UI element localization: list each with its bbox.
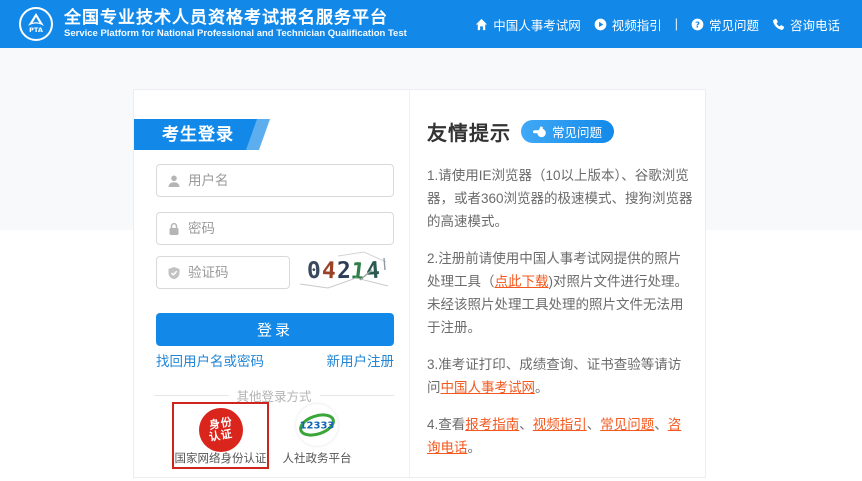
platform-logo-icon: PTA xyxy=(18,6,54,42)
main-card: 考生登录 0 4 2 1 4 xyxy=(133,89,706,478)
register-link[interactable]: 新用户注册 xyxy=(327,350,395,370)
login-panel-banner: 考生登录 xyxy=(134,119,284,150)
download-photo-tool-link[interactable]: 点此下载 xyxy=(495,274,549,289)
shield-check-icon xyxy=(167,266,181,280)
play-icon xyxy=(594,18,607,31)
tip-item-1: 1.请使用IE浏览器（10以上版本）、谷歌浏览器，或者360浏览器的极速模式、搜… xyxy=(427,164,694,233)
username-field[interactable] xyxy=(156,164,394,197)
faq-link[interactable]: 常见问题 xyxy=(600,417,654,432)
captcha-digits: 0 4 2 1 4 xyxy=(307,258,381,284)
username-input[interactable] xyxy=(188,173,393,188)
nav-cpta-label: 中国人事考试网 xyxy=(493,15,581,34)
identity-auth-label: 国家网络身份认证 xyxy=(175,450,267,466)
tip4-sep: 、 xyxy=(519,417,533,432)
tip-item-2: 2.注册前请使用中国人事考试网提供的照片处理工具（点此下载)对照片文件进行处理。… xyxy=(427,247,694,339)
home-icon xyxy=(475,18,488,31)
forgot-credentials-link[interactable]: 找回用户名或密码 xyxy=(156,350,264,370)
captcha-input[interactable] xyxy=(188,265,289,280)
password-field[interactable] xyxy=(156,212,394,245)
tip-item-4: 4.查看报考指南、视频指引、常见问题、咨询电话。 xyxy=(427,413,694,459)
login-button[interactable]: 登录 xyxy=(156,313,394,346)
nav-cpta-site[interactable]: 中国人事考试网 xyxy=(475,15,581,34)
top-nav: 中国人事考试网 视频指引 | ? 常见问题 咨询电话 xyxy=(475,15,840,34)
page-subtitle: Service Platform for National Profession… xyxy=(64,27,407,40)
exam-guide-link[interactable]: 报考指南 xyxy=(465,417,519,432)
captcha-digit: 4 xyxy=(365,258,382,285)
phone-icon xyxy=(772,18,785,31)
user-icon xyxy=(167,174,181,188)
question-icon: ? xyxy=(691,18,704,31)
svg-text:12333: 12333 xyxy=(300,421,335,432)
nav-phone[interactable]: 咨询电话 xyxy=(772,15,840,34)
captcha-image[interactable]: 0 4 2 1 4 xyxy=(298,250,390,292)
tips-list: 1.请使用IE浏览器（10以上版本）、谷歌浏览器，或者360浏览器的极速模式、搜… xyxy=(427,164,694,459)
login-panel-title: 考生登录 xyxy=(162,119,234,150)
login-links-row: 找回用户名或密码 新用户注册 xyxy=(156,350,394,370)
tips-title-row: 友情提示 常见问题 xyxy=(427,117,693,146)
identity-auth-badge-icon: 身份 认证 xyxy=(199,408,243,452)
lock-icon xyxy=(167,222,181,236)
tip3-text-post: 。 xyxy=(535,380,549,395)
rs-gov-platform-label: 人社政务平台 xyxy=(275,450,359,466)
login-panel: 考生登录 0 4 2 1 4 xyxy=(134,90,409,477)
nav-faq[interactable]: ? 常见问题 xyxy=(691,15,759,34)
tip4-sep: 、 xyxy=(654,417,668,432)
app-header: PTA 全国专业技术人员资格考试报名服务平台 Service Platform … xyxy=(0,0,862,48)
captcha-digit: 4 xyxy=(321,258,337,285)
captcha-field[interactable] xyxy=(156,256,290,289)
faq-pill-button[interactable]: 常见问题 xyxy=(521,120,614,143)
identity-auth-option[interactable]: 身份 认证 国家网络身份认证 xyxy=(172,402,269,469)
tip4-text-post: 。 xyxy=(468,440,482,455)
tips-panel: 友情提示 常见问题 1.请使用IE浏览器（10以上版本）、谷歌浏览器，或者360… xyxy=(409,90,707,477)
tip4-sep: 、 xyxy=(587,417,601,432)
cpta-site-link[interactable]: 中国人事考试网 xyxy=(441,380,536,395)
platform-title-block: 全国专业技术人员资格考试报名服务平台 Service Platform for … xyxy=(64,8,407,40)
password-input[interactable] xyxy=(188,221,393,236)
nav-faq-label: 常见问题 xyxy=(709,15,759,34)
video-guide-link[interactable]: 视频指引 xyxy=(533,417,587,432)
svg-text:?: ? xyxy=(695,19,700,29)
tip-item-3: 3.准考证打印、成绩查询、证书查验等请访问中国人事考试网。 xyxy=(427,353,694,399)
nav-video-guide[interactable]: 视频指引 xyxy=(594,15,662,34)
nav-phone-label: 咨询电话 xyxy=(790,15,840,34)
rs-gov-platform-option[interactable]: 12333 人社政务平台 xyxy=(275,404,359,469)
tip4-text: 4.查看 xyxy=(427,417,465,432)
pointing-hand-icon xyxy=(533,126,547,138)
page-title: 全国专业技术人员资格考试报名服务平台 xyxy=(64,8,407,27)
faq-pill-label: 常见问题 xyxy=(552,122,602,141)
captcha-digit: 0 xyxy=(306,258,322,285)
tip1-text: 1.请使用IE浏览器（10以上版本）、谷歌浏览器，或者360浏览器的极速模式、搜… xyxy=(427,168,693,229)
rs-12333-logo-icon: 12333 xyxy=(296,404,338,446)
tips-title: 友情提示 xyxy=(427,117,511,146)
svg-text:PTA: PTA xyxy=(29,26,43,34)
nav-video-label: 视频指引 xyxy=(612,15,662,34)
nav-separator: | xyxy=(675,17,678,31)
